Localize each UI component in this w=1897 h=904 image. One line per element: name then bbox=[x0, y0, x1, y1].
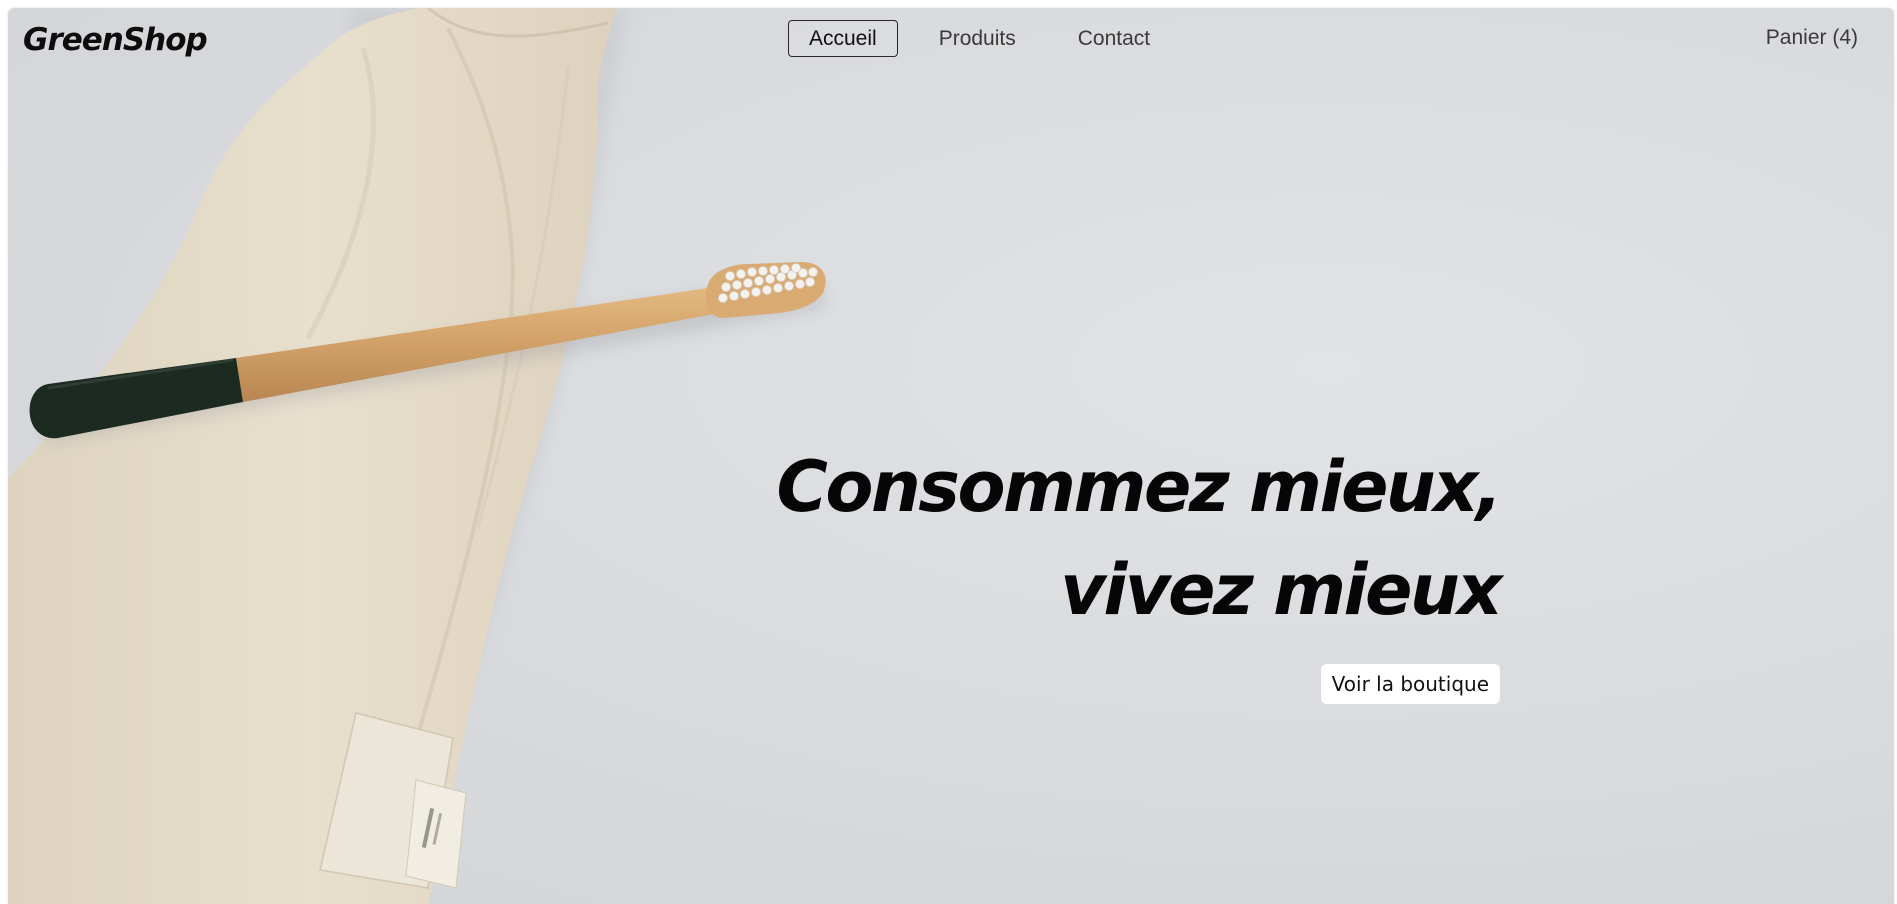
hero-headline-line-1: Consommez mieux, bbox=[776, 446, 1502, 528]
nav-accueil[interactable]: Accueil bbox=[788, 20, 898, 57]
shop-cta-button[interactable]: Voir la boutique bbox=[1320, 664, 1500, 704]
logo[interactable]: GreenShop bbox=[23, 22, 208, 58]
main-nav: Accueil Produits Contact bbox=[788, 20, 1191, 57]
cart-link[interactable]: Panier (4) bbox=[1766, 26, 1858, 50]
page-frame: GreenShop Accueil Produits Contact Panie… bbox=[8, 8, 1894, 904]
canvas-bag bbox=[8, 8, 616, 904]
nav-produits[interactable]: Produits bbox=[918, 20, 1037, 57]
site-header: GreenShop Accueil Produits Contact Panie… bbox=[8, 8, 1894, 70]
hero-content: Consommez mieux, vivez mieux Voir la bou… bbox=[776, 436, 1502, 704]
hero-headline-line-2: vivez mieux bbox=[1060, 549, 1502, 631]
nav-contact[interactable]: Contact bbox=[1057, 20, 1171, 57]
